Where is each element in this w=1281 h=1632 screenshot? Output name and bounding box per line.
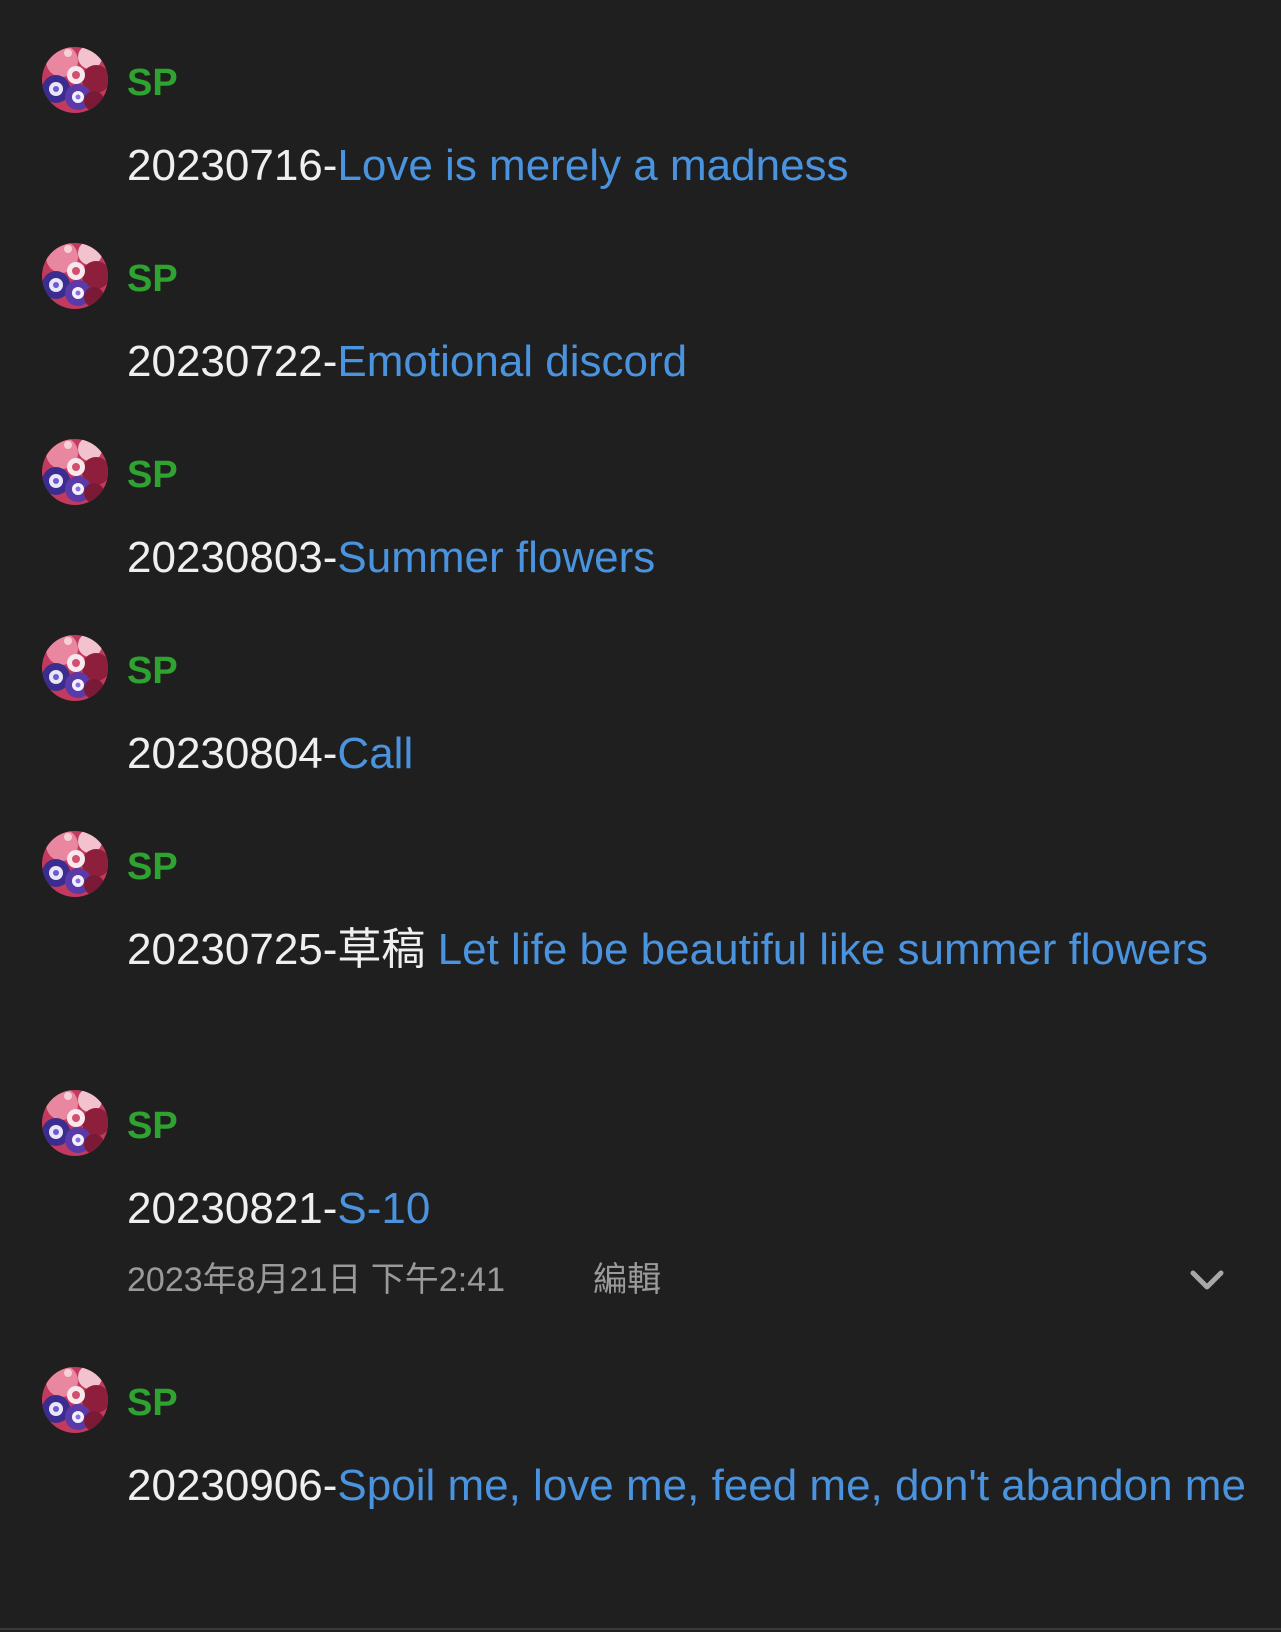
avatar-image xyxy=(42,831,108,897)
post-link[interactable]: Spoil me, love me, feed me, don't abando… xyxy=(337,1461,1246,1510)
author-name[interactable]: SP xyxy=(127,1104,178,1148)
chevron-down-icon[interactable] xyxy=(1187,1260,1227,1300)
post-date-prefix: 20230906- xyxy=(127,1461,338,1510)
author-name[interactable]: SP xyxy=(127,257,178,301)
author-avatar[interactable] xyxy=(42,1090,108,1156)
post-content: 20230716-Love is merely a madness xyxy=(127,133,1257,199)
post-feed: SP 20230716-Love is merely a madness SP … xyxy=(0,0,1281,1632)
author-avatar[interactable] xyxy=(42,1367,108,1433)
post-link[interactable]: Let life be beautiful like summer flower… xyxy=(438,925,1208,974)
author-name[interactable]: SP xyxy=(127,1381,178,1425)
author-name[interactable]: SP xyxy=(127,61,178,105)
author-name[interactable]: SP xyxy=(127,453,178,497)
post-timestamp: 2023年8月21日 下午2:41 xyxy=(127,1261,505,1299)
post-content: 20230804-Call xyxy=(127,721,1257,787)
post-date-prefix: 20230725-草稿 xyxy=(127,925,438,974)
bottom-divider xyxy=(0,1628,1281,1630)
avatar-image xyxy=(42,635,108,701)
author-name[interactable]: SP xyxy=(127,845,178,889)
author-avatar[interactable] xyxy=(42,831,108,897)
avatar-image xyxy=(42,439,108,505)
post-content: 20230803-Summer flowers xyxy=(127,525,1257,591)
avatar-image xyxy=(42,47,108,113)
avatar-image xyxy=(42,243,108,309)
post-date-prefix: 20230722- xyxy=(127,337,338,386)
post-date-prefix: 20230804- xyxy=(127,729,338,778)
author-avatar[interactable] xyxy=(42,439,108,505)
post-content: 20230821-S-10 xyxy=(127,1176,1257,1242)
post-date-prefix: 20230821- xyxy=(127,1184,338,1233)
post-link[interactable]: Summer flowers xyxy=(337,533,655,582)
avatar-image xyxy=(42,1367,108,1433)
post-link[interactable]: Call xyxy=(337,729,413,778)
post-content: 20230906-Spoil me, love me, feed me, don… xyxy=(127,1453,1257,1519)
post-meta-row: 2023年8月21日 下午2:41 編輯 xyxy=(127,1258,1257,1302)
post-date-prefix: 20230803- xyxy=(127,533,338,582)
edit-button[interactable]: 編輯 xyxy=(593,1258,661,1302)
post-content: 20230725-草稿 Let life be beautiful like s… xyxy=(127,917,1257,983)
post-link[interactable]: Emotional discord xyxy=(337,337,687,386)
post-date-prefix: 20230716- xyxy=(127,141,338,190)
avatar-image xyxy=(42,1090,108,1156)
author-avatar[interactable] xyxy=(42,243,108,309)
post-link[interactable]: S-10 xyxy=(337,1184,430,1233)
author-name[interactable]: SP xyxy=(127,649,178,693)
post-content: 20230722-Emotional discord xyxy=(127,329,1257,395)
author-avatar[interactable] xyxy=(42,635,108,701)
post-link[interactable]: Love is merely a madness xyxy=(337,141,848,190)
author-avatar[interactable] xyxy=(42,47,108,113)
